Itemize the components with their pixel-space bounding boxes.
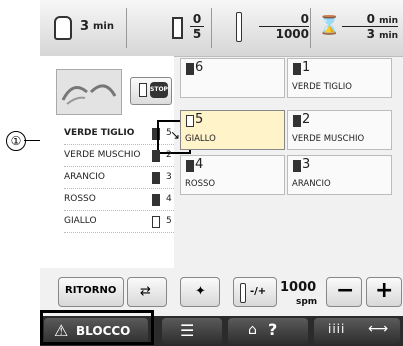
color-name: GIALLO (64, 216, 97, 226)
spool-icon (186, 160, 194, 172)
spool-button-2[interactable]: 2 VERDE MUSCHIO (287, 110, 392, 150)
plus-label: + (375, 278, 394, 303)
spool-color-name: ARANCIO (292, 179, 331, 189)
needle-icon (236, 12, 242, 42)
callout-marker: ① (6, 131, 26, 151)
spool-icon (186, 63, 194, 75)
time-value: 3 (80, 19, 90, 34)
remaining-current-value: 0 (366, 12, 375, 26)
arrows-label: ⟷ (368, 321, 389, 337)
lock-tab-highlight (40, 310, 154, 345)
needle-plusminus-button[interactable]: -/+ (233, 277, 277, 307)
spool-number: 2 (302, 112, 311, 127)
spool-button-5[interactable]: 5 GIALLO (180, 110, 285, 150)
spool-button-6[interactable]: 6 (180, 58, 285, 98)
spool-number: 3 (302, 157, 311, 172)
speed-unit: spm (296, 297, 318, 307)
remaining-current-unit: min (379, 16, 398, 26)
hourglass-icon: ⌛ (318, 15, 341, 36)
needle-plusminus-icon (240, 283, 246, 303)
divider (310, 8, 311, 48)
remaining-time-total: 3 min (367, 27, 398, 41)
spool-color-name: ROSSO (185, 179, 216, 189)
remaining-time: 0 min 3 min (342, 12, 398, 41)
spool-color-name: GIALLO (185, 134, 216, 144)
stitch-count-current: 0 (259, 12, 309, 27)
spool-icon (152, 150, 160, 162)
spool-count-current: 0 (190, 12, 204, 27)
list-tab[interactable]: ☰ (162, 318, 222, 344)
spool-pin-icon: ✦ (195, 284, 206, 299)
spool-icon (152, 172, 160, 184)
spool-number: 6 (195, 60, 204, 75)
color-name: ROSSO (64, 194, 96, 204)
spool-icon (186, 115, 194, 127)
thread-arrows-tab[interactable]: ⅰⅰⅰⅰ ⟷ (314, 318, 400, 344)
spool-icon (293, 160, 301, 172)
remaining-time-current: 0 min (342, 12, 398, 27)
color-list-item[interactable]: GIALLO 5 (64, 212, 174, 233)
spool-button-4[interactable]: 4 ROSSO (180, 155, 285, 195)
swap-spool-icon: ⇄ (140, 284, 151, 299)
color-list-item[interactable]: VERDE MUSCHIO 2 (64, 146, 174, 167)
speed-minus-button[interactable]: − (326, 277, 362, 307)
spool-icon (139, 83, 147, 97)
spool-icon (152, 216, 160, 228)
color-name: VERDE TIGLIO (64, 128, 135, 138)
spool-count-total: 5 (192, 27, 202, 41)
help-tab[interactable]: ⌂ ? (228, 318, 308, 344)
needle-plusminus-label: -/+ (250, 286, 267, 297)
time-unit: min (93, 21, 114, 32)
stitch-count-total: 1000 (275, 27, 309, 41)
spool-number: 1 (302, 60, 311, 75)
swap-spool-button[interactable]: ⇄ (127, 277, 167, 307)
spool-number: 2 (166, 150, 172, 160)
color-list-item[interactable]: ARANCIO 3 (64, 168, 174, 189)
stitch-count: 0 1000 (259, 12, 309, 41)
divider (126, 8, 127, 48)
spool-number: 5 (195, 112, 204, 127)
spool-pin-button[interactable]: ✦ (180, 277, 220, 307)
spool-button-1[interactable]: 1 VERDE TIGLIO (287, 58, 392, 98)
stop-icon: STOP (150, 82, 168, 98)
spool-number: 4 (195, 157, 204, 172)
needle-tool-icon: ↘ (170, 128, 181, 142)
help-label: ? (268, 320, 278, 339)
color-name: ARANCIO (64, 172, 105, 182)
spool-count: 0 5 (190, 12, 204, 41)
spool-number: 5 (166, 216, 172, 226)
speed-value: 1000 (280, 280, 317, 295)
back-button-label: RITORNO (65, 285, 117, 296)
hand-time-icon (54, 16, 72, 40)
color-name: VERDE MUSCHIO (64, 150, 141, 160)
spool-number: 3 (166, 172, 172, 182)
thread-arrows-icon: ⅰⅰⅰⅰ (328, 322, 346, 336)
spool-color-name: VERDE MUSCHIO (292, 134, 365, 144)
minus-label: − (336, 278, 355, 303)
back-button[interactable]: RITORNO (58, 277, 124, 307)
spool-icon (152, 194, 160, 206)
spool-number: 4 (166, 194, 172, 204)
remaining-total-value: 3 (366, 27, 375, 41)
spool-icon (293, 63, 301, 75)
divider (211, 8, 212, 48)
color-list-item[interactable]: ROSSO 4 (64, 190, 174, 211)
machine-help-icon: ⌂ (248, 322, 257, 338)
spool-button-3[interactable]: 3 ARANCIO (287, 155, 392, 195)
speed-plus-button[interactable]: + (366, 277, 402, 307)
embroidery-pattern-icon (61, 84, 117, 105)
spool-color-name: VERDE TIGLIO (292, 82, 352, 92)
list-icon: ☰ (180, 321, 195, 340)
embroidery-thumbnail (56, 69, 122, 115)
spool-icon (172, 17, 183, 39)
spool-icon (293, 115, 301, 127)
remaining-total-unit: min (379, 31, 398, 41)
